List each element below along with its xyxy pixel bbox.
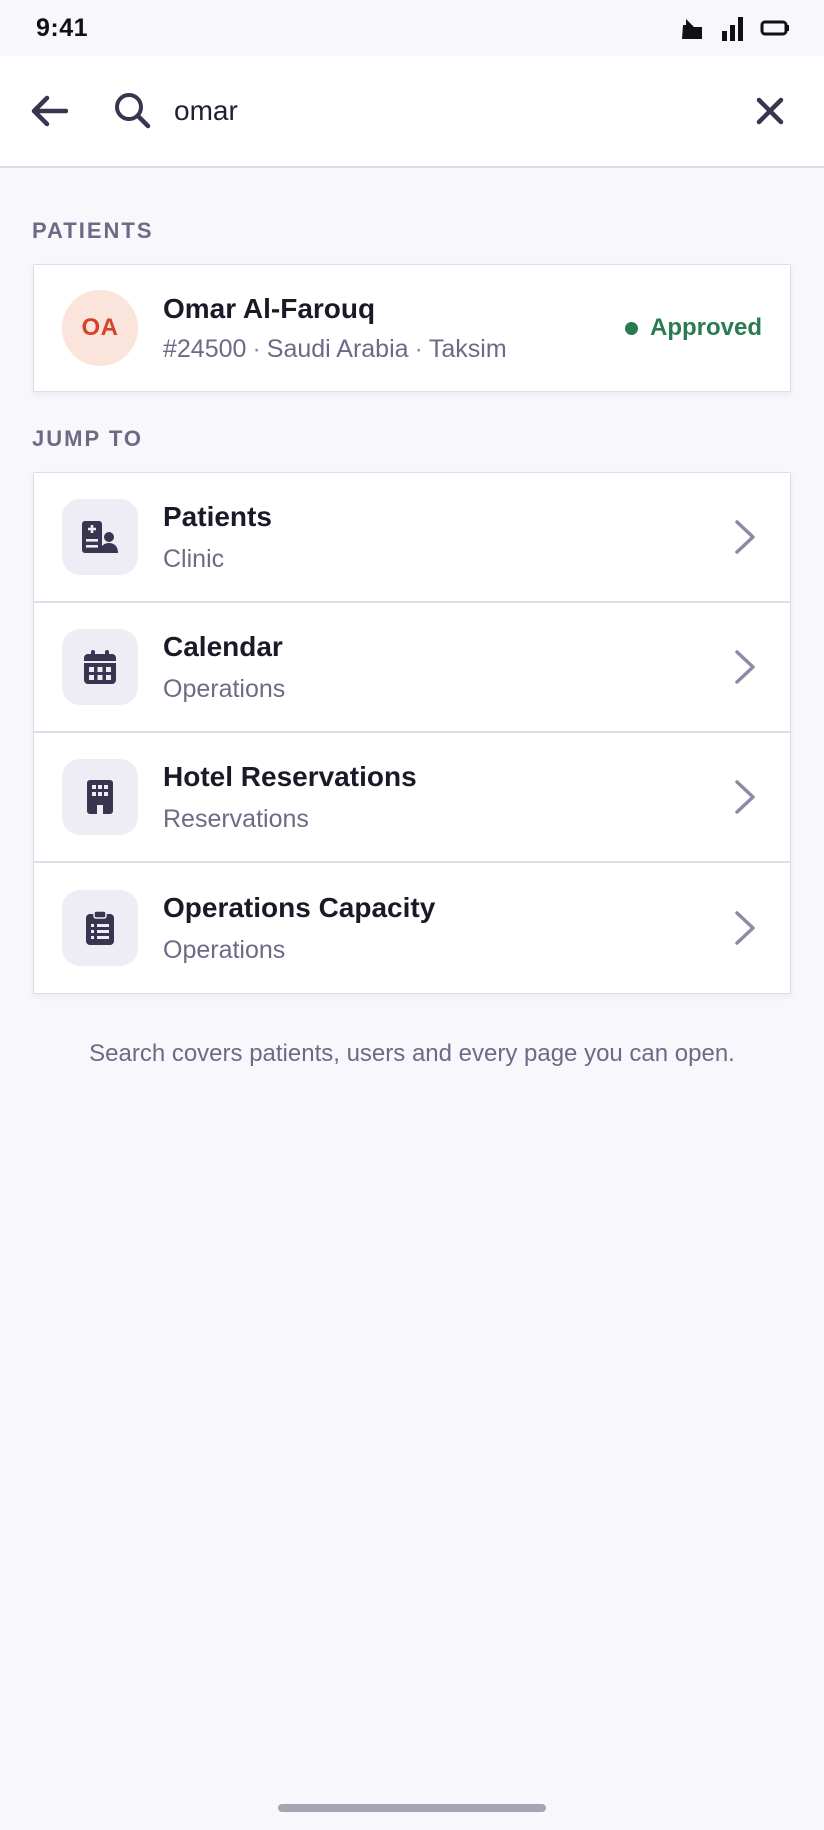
arrow-left-icon — [31, 95, 68, 127]
building-icon — [62, 759, 138, 835]
jump-item-title: Operations Capacity — [163, 891, 436, 923]
chevron-right-icon — [728, 908, 762, 948]
patient-id: #24500 — [163, 334, 247, 363]
jump-item-text: Hotel Reservations Reservations — [163, 761, 728, 834]
status-badge: Approved — [624, 314, 762, 342]
jump-item-hotel-reservations[interactable]: Hotel Reservations Reservations — [34, 733, 790, 863]
jump-item-text: Operations Capacity Operations — [163, 892, 728, 965]
home-indicator[interactable] — [278, 1804, 546, 1812]
close-icon — [756, 97, 784, 125]
search-icon — [112, 90, 154, 132]
clipboard-list-icon — [62, 890, 138, 966]
jump-item-text: Patients Clinic — [163, 501, 728, 574]
jump-item-subtitle: Reservations — [163, 804, 309, 833]
patient-result[interactable]: OA Omar Al-Farouq #24500 · Saudi Arabia … — [33, 264, 791, 392]
back-button[interactable] — [28, 90, 70, 132]
jump-item-calendar[interactable]: Calendar Operations — [34, 603, 790, 733]
status-bar: 9:41 — [0, 0, 824, 56]
status-dot-icon — [624, 321, 638, 335]
signal-icon — [720, 15, 746, 41]
jump-item-title: Hotel Reservations — [163, 760, 417, 792]
patients-section-label: PATIENTS — [32, 218, 154, 243]
status-icons — [678, 15, 790, 41]
patient-name: Omar Al-Farouq — [163, 292, 376, 324]
jump-item-title: Patients — [163, 500, 272, 532]
chevron-right-icon — [728, 647, 762, 687]
patient-meta: #24500 · Saudi Arabia · Taksim — [163, 335, 625, 364]
jump-item-text: Calendar Operations — [163, 631, 728, 704]
search-input[interactable] — [174, 81, 750, 141]
status-label: Approved — [649, 314, 762, 341]
patient-location: Taksim — [428, 334, 507, 363]
clear-search-button[interactable] — [750, 91, 790, 131]
jump-list: Patients Clinic Calendar Operations Hote… — [33, 472, 791, 994]
meta-separator: · — [414, 334, 423, 363]
status-time: 9:41 — [36, 13, 89, 42]
footer-note: Search covers patients, users and every … — [89, 1040, 735, 1067]
chevron-right-icon — [728, 777, 762, 817]
calendar-icon — [62, 629, 138, 705]
jump-item-subtitle: Clinic — [163, 544, 225, 573]
chevron-right-icon — [728, 517, 762, 557]
battery-icon — [760, 18, 790, 38]
meta-separator: · — [252, 334, 261, 363]
jump-item-operations-capacity[interactable]: Operations Capacity Operations — [34, 863, 790, 993]
avatar: OA — [62, 290, 138, 366]
jump-item-subtitle: Operations — [163, 674, 286, 703]
jump-item-title: Calendar — [163, 630, 283, 662]
search-header — [0, 56, 824, 168]
patient-country: Saudi Arabia — [266, 334, 409, 363]
jump-section-label: JUMP TO — [32, 426, 143, 451]
patient-info: Omar Al-Farouq #24500 · Saudi Arabia · T… — [163, 293, 625, 364]
jump-item-subtitle: Operations — [163, 935, 286, 964]
notification-icon — [678, 15, 706, 41]
patient-list-icon — [62, 499, 138, 575]
jump-item-patients[interactable]: Patients Clinic — [34, 473, 790, 603]
